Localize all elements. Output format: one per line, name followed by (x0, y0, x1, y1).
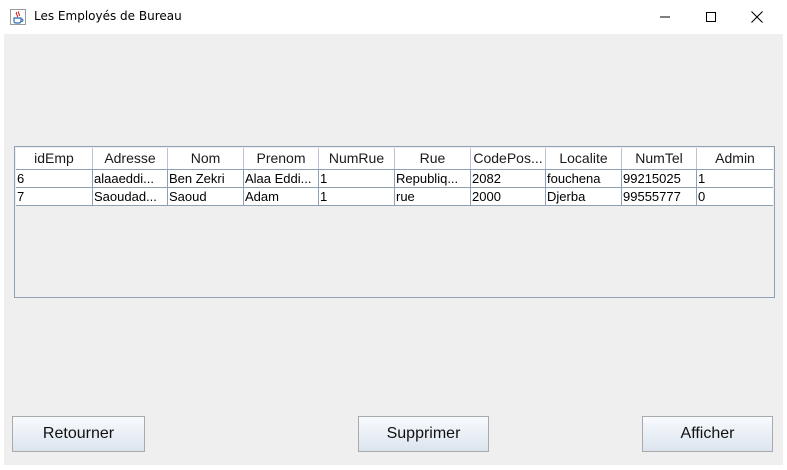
employees-table[interactable]: idEmp Adresse Nom Prenom NumRue Rue Code… (14, 146, 775, 298)
table-cell[interactable]: Adam (244, 188, 319, 205)
minimize-button[interactable] (642, 0, 688, 34)
table-cell[interactable]: Ben Zekri (168, 170, 244, 187)
table-cell[interactable]: Saoudad... (93, 188, 168, 205)
show-button[interactable]: Afficher (642, 416, 773, 452)
table-row[interactable]: 6 alaaeddi... Ben Zekri Alaa Eddi... 1 R… (16, 170, 773, 188)
table-cell[interactable]: Saoud (168, 188, 244, 205)
table-body: 6 alaaeddi... Ben Zekri Alaa Eddi... 1 R… (16, 170, 773, 206)
close-button[interactable] (734, 0, 780, 34)
window-title: Les Employés de Bureau (34, 9, 182, 23)
table-cell[interactable]: rue (395, 188, 471, 205)
table-cell[interactable]: 6 (16, 170, 93, 187)
table-row[interactable]: 7 Saoudad... Saoud Adam 1 rue 2000 Djerb… (16, 188, 773, 206)
table-cell[interactable]: 2082 (471, 170, 546, 187)
table-cell[interactable]: alaaeddi... (93, 170, 168, 187)
column-header-localite[interactable]: Localite (546, 148, 622, 169)
column-header-rue[interactable]: Rue (395, 148, 471, 169)
column-header-codepostal[interactable]: CodePos... (471, 148, 546, 169)
table-cell[interactable]: Republiq... (395, 170, 471, 187)
table-cell[interactable]: 1 (697, 170, 773, 187)
delete-button[interactable]: Supprimer (358, 416, 489, 452)
table-cell[interactable]: 99215025 (622, 170, 697, 187)
maximize-icon (706, 12, 716, 22)
table-header: idEmp Adresse Nom Prenom NumRue Rue Code… (16, 148, 773, 170)
table-cell[interactable]: 2000 (471, 188, 546, 205)
window-content: idEmp Adresse Nom Prenom NumRue Rue Code… (4, 34, 783, 465)
column-header-numrue[interactable]: NumRue (319, 148, 395, 169)
return-button[interactable]: Retourner (12, 416, 145, 452)
table-cell[interactable]: 7 (16, 188, 93, 205)
table-cell[interactable]: 99555777 (622, 188, 697, 205)
column-header-prenom[interactable]: Prenom (244, 148, 319, 169)
table-cell[interactable]: fouchena (546, 170, 622, 187)
column-header-numtel[interactable]: NumTel (622, 148, 697, 169)
table-cell[interactable]: 1 (319, 170, 395, 187)
column-header-admin[interactable]: Admin (697, 148, 773, 169)
table-cell[interactable]: 1 (319, 188, 395, 205)
column-header-idemp[interactable]: idEmp (16, 148, 93, 169)
maximize-button[interactable] (688, 0, 734, 34)
table-cell[interactable]: 0 (697, 188, 773, 205)
title-bar[interactable]: Les Employés de Bureau (0, 0, 787, 34)
table-cell[interactable]: Djerba (546, 188, 622, 205)
minimize-icon (660, 16, 670, 18)
column-header-nom[interactable]: Nom (168, 148, 244, 169)
column-header-adresse[interactable]: Adresse (93, 148, 168, 169)
java-coffee-cup-icon (10, 9, 26, 25)
close-icon (751, 11, 763, 23)
table-cell[interactable]: Alaa Eddi... (244, 170, 319, 187)
